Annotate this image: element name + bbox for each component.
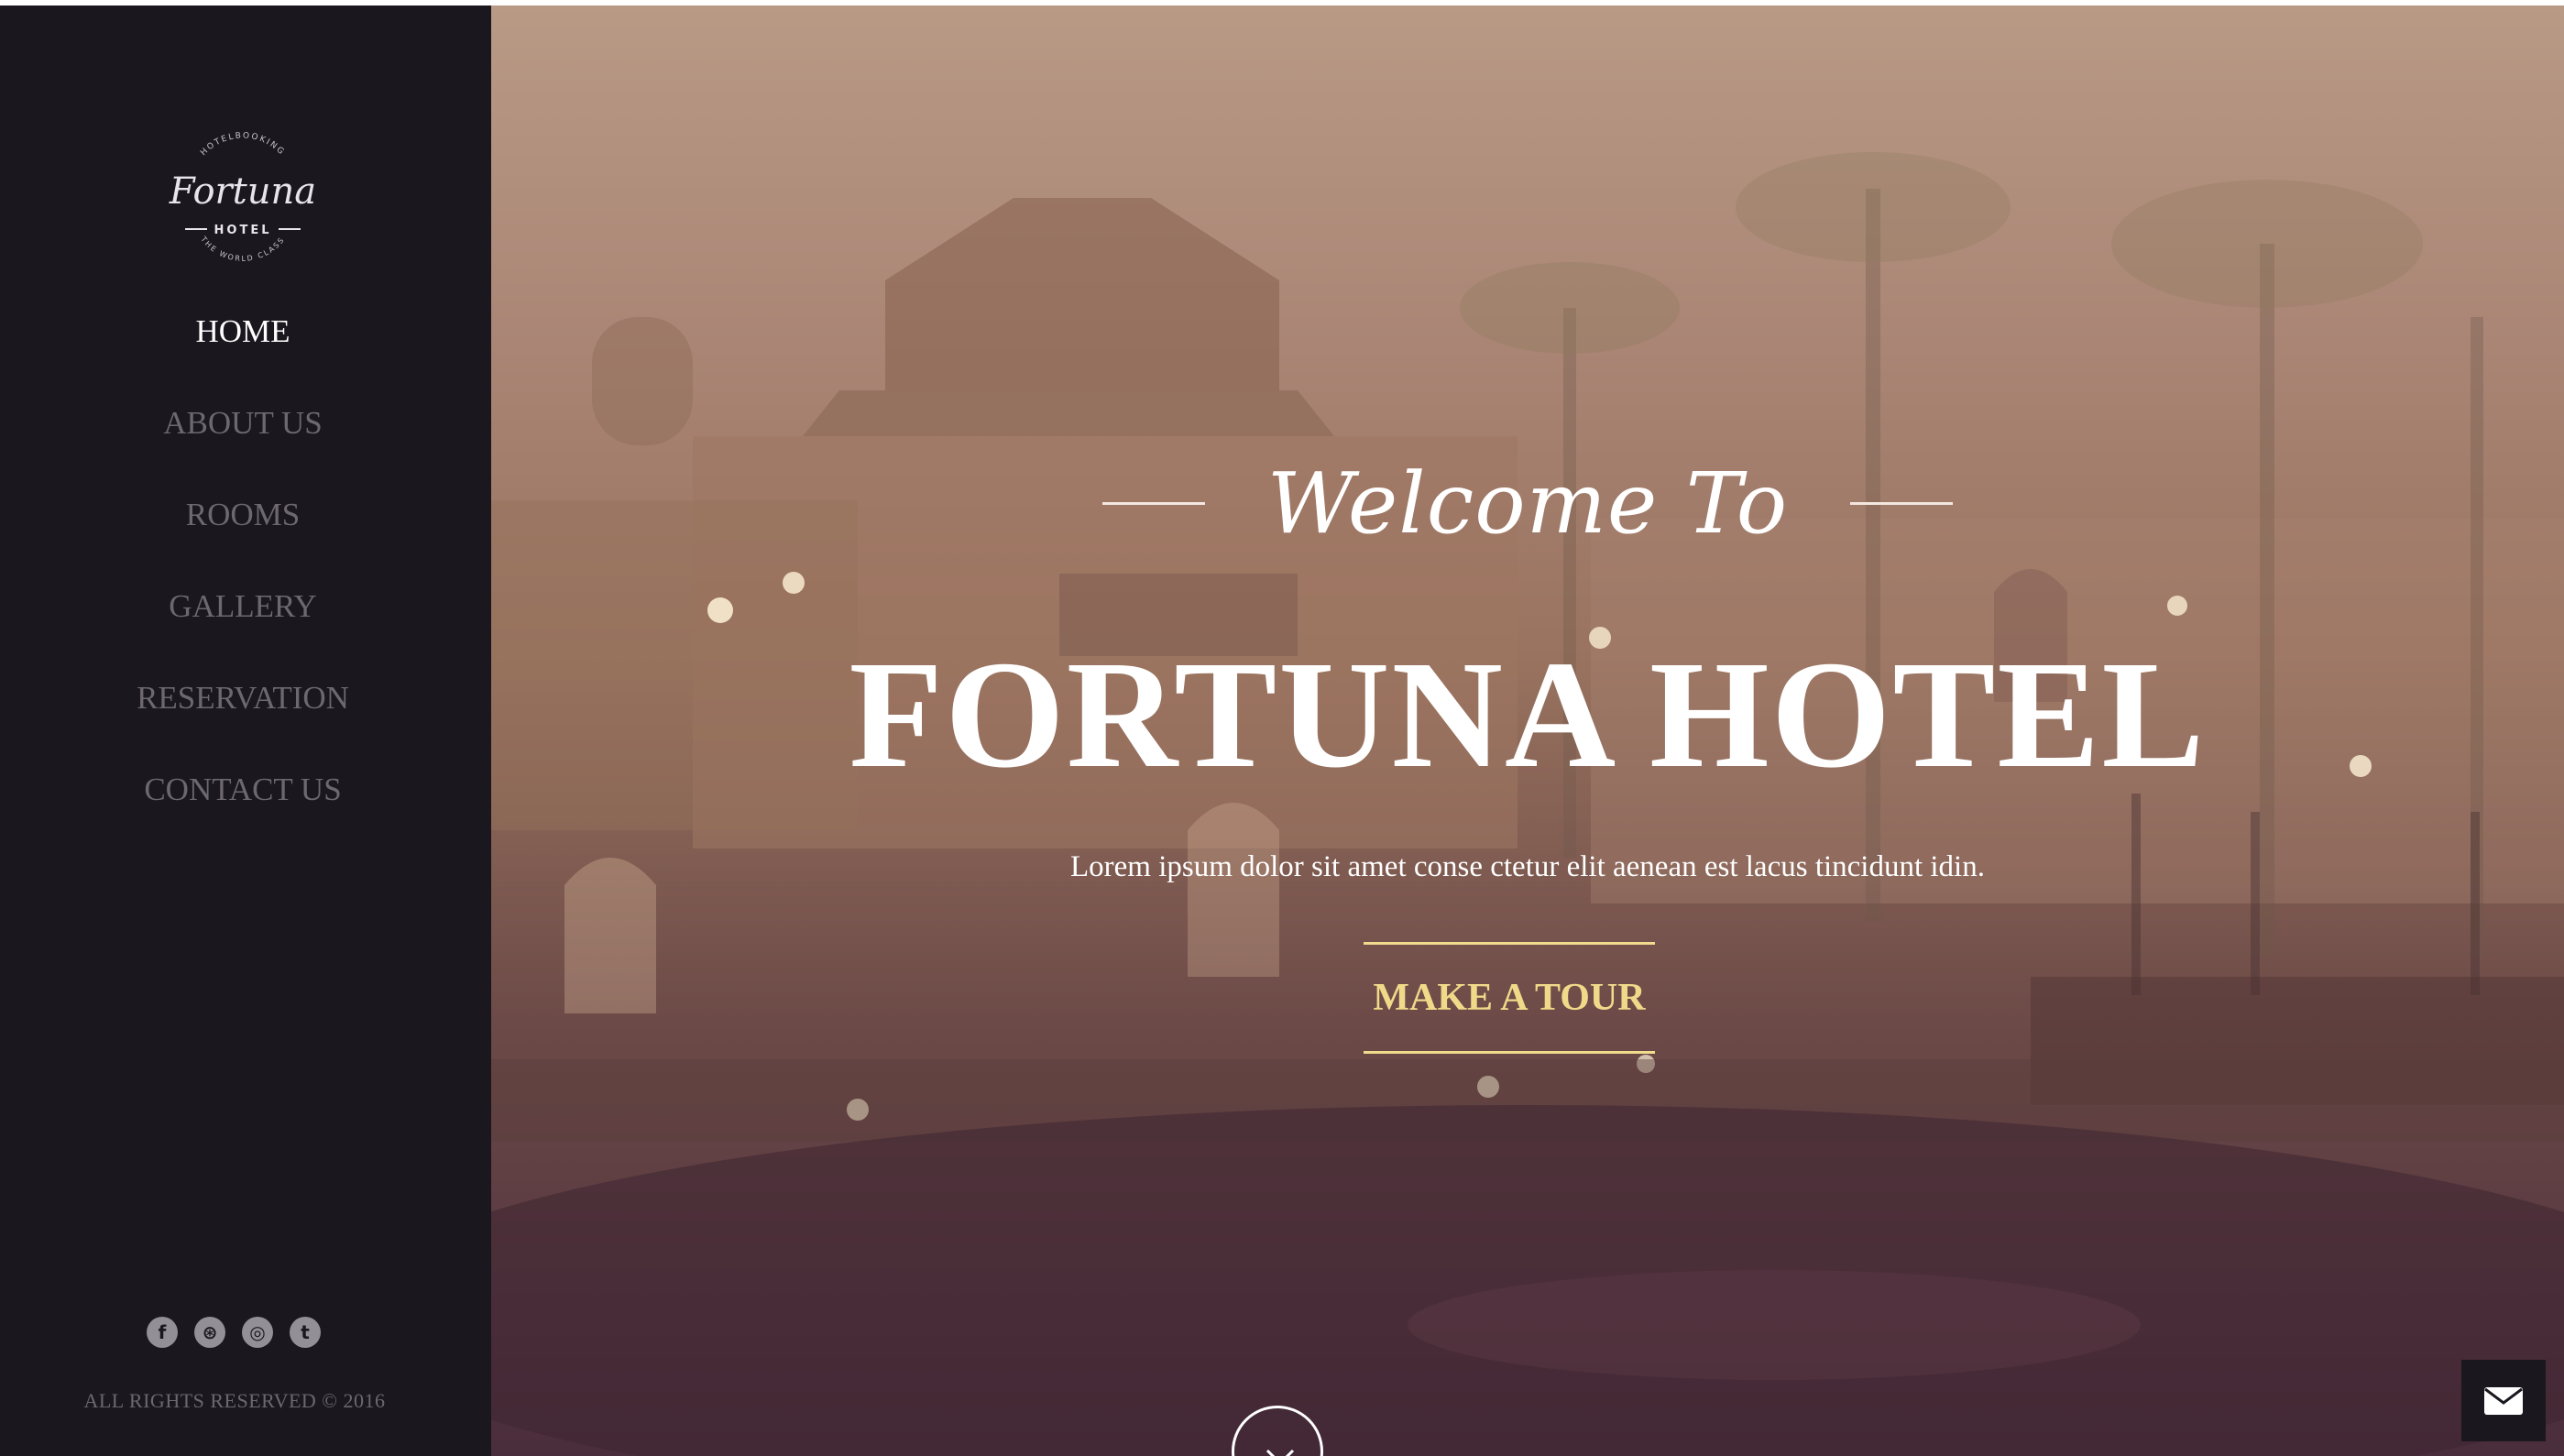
welcome-right-rule xyxy=(1850,501,1954,505)
contact-mail-button[interactable] xyxy=(2461,1360,2546,1441)
hero-subtitle: Lorem ipsum dolor sit amet conse ctetur … xyxy=(1070,850,1985,883)
fortuna-hotel-logo[interactable]: HOTELBOOKING Fortuna HOTEL THE WORLD CLA… xyxy=(165,126,321,282)
logo-bottom-arc-text: THE WORLD CLASS xyxy=(199,235,285,263)
svg-text:THE WORLD CLASS: THE WORLD CLASS xyxy=(199,235,287,263)
logo-top-arc-text: HOTELBOOKING xyxy=(199,131,284,158)
make-a-tour-button[interactable]: MAKE A TOUR xyxy=(1364,942,1655,1054)
dribbble-icon[interactable]: ⊛ xyxy=(194,1317,225,1348)
logo-badge-text: HOTEL xyxy=(214,224,272,237)
nav-item-rooms[interactable]: ROOMS xyxy=(0,491,486,583)
nav-item-reservation[interactable]: RESERVATION xyxy=(0,674,486,766)
social-links: f ⊛ ◎ t xyxy=(147,1317,339,1348)
logo-script-text: Fortuna xyxy=(169,170,316,213)
instagram-icon[interactable]: ◎ xyxy=(242,1317,273,1348)
facebook-icon[interactable]: f xyxy=(147,1317,178,1348)
nav-item-contact-us[interactable]: CONTACT US xyxy=(0,766,486,858)
twitter-icon[interactable]: t xyxy=(290,1317,321,1348)
nav-item-about-us[interactable]: ABOUT US xyxy=(0,400,486,491)
nav-item-gallery[interactable]: GALLERY xyxy=(0,583,486,674)
chevron-down-icon xyxy=(1266,1449,1295,1456)
copyright-text: ALL RIGHTS RESERVED © 2016 xyxy=(83,1389,386,1412)
nav-item-home[interactable]: HOME xyxy=(0,308,486,400)
hero-title: FORTUNA HOTEL xyxy=(849,629,2207,800)
welcome-heading-row: Welcome To xyxy=(491,453,2564,553)
envelope-icon xyxy=(2484,1386,2523,1415)
svg-text:HOTELBOOKING: HOTELBOOKING xyxy=(199,131,286,158)
hero-section: Welcome To FORTUNA HOTEL Lorem ipsum dol… xyxy=(491,5,2564,1456)
welcome-text: Welcome To xyxy=(1266,454,1789,553)
welcome-left-rule xyxy=(1101,501,1205,505)
sidebar: HOTELBOOKING Fortuna HOTEL THE WORLD CLA… xyxy=(0,5,491,1456)
main-nav: HOME ABOUT US ROOMS GALLERY RESERVATION … xyxy=(0,308,486,858)
